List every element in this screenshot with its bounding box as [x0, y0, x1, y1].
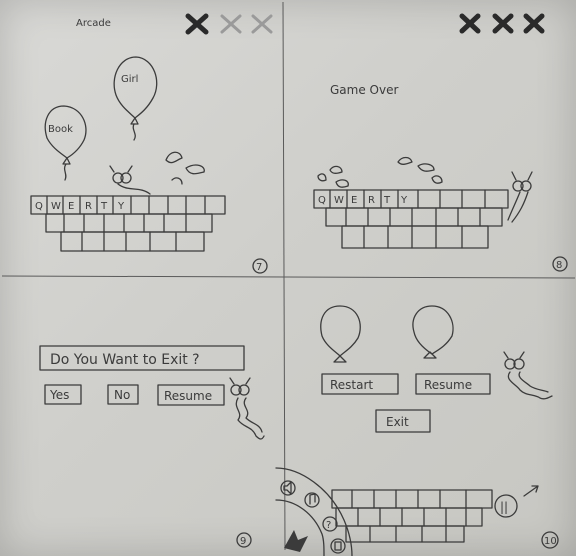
page-number-badge: 9: [236, 532, 252, 548]
balloon-label: Girl: [121, 74, 138, 85]
debris-piece: [317, 173, 327, 182]
pointer-arrow-icon: [523, 485, 539, 497]
key-r[interactable]: R: [85, 201, 92, 212]
keyboard-wall: [331, 489, 493, 543]
close-icon[interactable]: [492, 13, 514, 34]
storyboard-sketch: Arcade Girl Book Q W E R T Y 7 Game Over…: [1, 1, 576, 556]
menu-toggle-arrow-icon[interactable]: [284, 530, 308, 552]
close-icon[interactable]: [523, 13, 545, 34]
resume-button[interactable]: Resume: [157, 384, 225, 406]
resume-label: Resume: [164, 389, 212, 403]
music-icon[interactable]: [304, 492, 320, 508]
page-number-badge: 8: [552, 256, 568, 272]
balloon-label: Book: [48, 124, 73, 135]
debris-piece: [165, 151, 183, 164]
balloon[interactable]: [412, 305, 454, 359]
key-y[interactable]: Y: [117, 201, 125, 212]
window-controls-left[interactable]: [185, 13, 273, 35]
key-e[interactable]: E: [68, 201, 74, 212]
debris-piece: [397, 156, 413, 165]
yes-button[interactable]: Yes: [44, 384, 82, 405]
resume-button[interactable]: Resume: [415, 373, 491, 395]
debris-piece: [185, 164, 205, 175]
exit-dialog: Do You Want to Exit ?: [39, 345, 245, 371]
svg-text:9: 9: [240, 536, 246, 547]
exit-door-icon[interactable]: [330, 538, 346, 554]
key-w[interactable]: W: [51, 201, 61, 212]
debris-piece: [417, 163, 435, 172]
worm-character: [229, 377, 265, 440]
worm-character: [507, 171, 533, 223]
no-button[interactable]: No: [107, 384, 139, 405]
close-icon[interactable]: [185, 13, 209, 35]
svg-text:7: 7: [256, 262, 262, 273]
balloon-book[interactable]: Book: [44, 105, 87, 181]
panel-arcade: Arcade Girl Book Q W E R T Y 7: [30, 13, 273, 274]
restart-button[interactable]: Restart: [321, 373, 399, 395]
debris-piece: [431, 175, 443, 184]
exit-label: Exit: [386, 415, 409, 429]
debris-piece: [335, 179, 349, 188]
resume-label: Resume: [424, 378, 472, 392]
balloon-girl[interactable]: Girl: [113, 56, 158, 141]
close-icon[interactable]: [459, 13, 481, 34]
help-icon[interactable]: ?: [322, 516, 338, 532]
radial-menu: ?: [275, 467, 353, 556]
debris-piece: [329, 165, 343, 174]
game-over-title: Game Over: [330, 83, 398, 97]
page-number-badge: 7: [252, 258, 268, 274]
key-q[interactable]: Q: [318, 195, 326, 206]
pause-icon: ||: [500, 500, 508, 514]
key-letters: Q W E R T Y: [318, 195, 408, 206]
no-label: No: [114, 388, 130, 402]
debris-piece: [171, 177, 183, 185]
window-controls-right[interactable]: [459, 13, 545, 34]
close-icon[interactable]: [251, 14, 273, 34]
worm-character: [109, 165, 151, 195]
dialog-question: Do You Want to Exit ?: [50, 352, 200, 368]
key-r[interactable]: R: [368, 195, 375, 206]
key-w[interactable]: W: [334, 195, 344, 206]
arcade-title: Arcade: [76, 18, 111, 29]
horizontal-divider: [1, 275, 576, 279]
svg-text:?: ?: [326, 520, 331, 531]
key-e[interactable]: E: [351, 195, 357, 206]
key-t[interactable]: T: [383, 195, 391, 206]
restart-label: Restart: [330, 378, 373, 392]
key-t[interactable]: T: [100, 201, 108, 212]
pause-button[interactable]: ||: [494, 494, 518, 518]
yes-label: Yes: [49, 388, 69, 402]
page-number-badge: 10: [541, 531, 559, 549]
exit-button[interactable]: Exit: [375, 409, 431, 433]
panel-game-over: Game Over Q W E R T Y 8: [313, 13, 568, 272]
vertical-divider: [282, 1, 286, 551]
svg-text:10: 10: [544, 536, 557, 547]
worm-character: [503, 351, 553, 400]
panel-pause-menu: Restart Resume Exit || ? 10: [275, 305, 559, 556]
sound-icon[interactable]: [280, 480, 296, 496]
close-icon[interactable]: [220, 14, 242, 34]
key-q[interactable]: Q: [35, 201, 43, 212]
key-y[interactable]: Y: [400, 195, 408, 206]
svg-text:8: 8: [556, 260, 562, 271]
balloon[interactable]: [320, 305, 361, 363]
panel-exit-dialog: Do You Want to Exit ? Yes No Resume 9: [39, 345, 265, 548]
